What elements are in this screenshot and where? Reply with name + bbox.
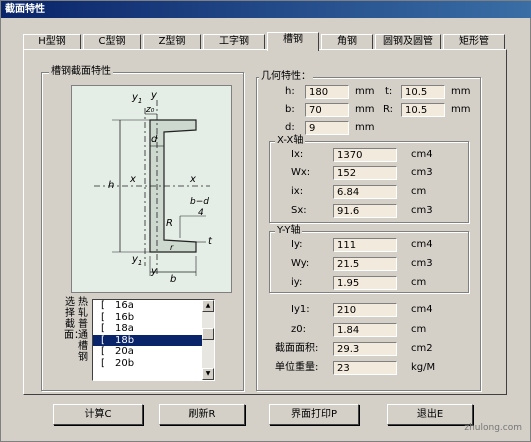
d-label: d:: [285, 122, 295, 133]
scroll-up-icon[interactable]: ▲: [202, 300, 214, 312]
wy-label: Wy:: [291, 258, 310, 269]
sx-field[interactable]: 91.6: [333, 204, 397, 218]
tab-c-steel[interactable]: C型钢: [83, 34, 141, 50]
z0-unit: cm: [411, 324, 427, 335]
list-item[interactable]: [16b: [93, 312, 214, 324]
ix-radius-field[interactable]: 6.84: [333, 185, 397, 199]
label-z0: z₀: [146, 105, 155, 115]
ix-moment-field[interactable]: 1370: [333, 148, 397, 162]
wy-unit: cm3: [411, 258, 433, 269]
area-unit: cm2: [411, 343, 433, 354]
t-unit: mm: [451, 86, 471, 97]
h-unit: mm: [355, 86, 375, 97]
list-item-selected[interactable]: [18b: [93, 334, 214, 346]
r-field[interactable]: 10.5: [401, 103, 445, 117]
label-r-large: R: [166, 218, 173, 229]
iy-moment-unit: cm4: [411, 239, 433, 250]
d-unit: mm: [355, 122, 375, 133]
watermark: zhulong.com: [464, 423, 522, 433]
wx-unit: cm3: [411, 167, 433, 178]
yy-axis-label: Y-Y轴: [275, 225, 303, 237]
ix-moment-unit: cm4: [411, 149, 433, 160]
scroll-thumb[interactable]: [202, 328, 214, 340]
h-label: h:: [285, 86, 295, 97]
scroll-down-icon[interactable]: ▼: [202, 368, 214, 380]
geometry-group-label: 几何特性：: [259, 71, 313, 83]
window-title: 截面特性: [1, 1, 531, 18]
tab-round-steel-pipe[interactable]: 圆钢及圆管: [375, 34, 441, 50]
b-field[interactable]: 70: [305, 103, 349, 117]
t-field[interactable]: 10.5: [401, 85, 445, 99]
ix-moment-label: Ix:: [291, 149, 304, 160]
list-item[interactable]: [20b: [93, 358, 214, 370]
ix-radius-label: ix:: [291, 186, 304, 197]
unit-weight-unit: kg/M: [411, 362, 436, 373]
tab-channel-steel[interactable]: 槽钢: [267, 32, 319, 51]
label-y1-bottom: y1: [132, 254, 143, 267]
label-y-top: y: [151, 90, 157, 101]
iy1-unit: cm4: [411, 304, 433, 315]
label-r-small: r: [170, 243, 174, 252]
ix-radius-unit: cm: [411, 186, 427, 197]
label-x-left: x: [130, 174, 136, 185]
d-field[interactable]: 9: [305, 121, 349, 135]
tab-i-beam[interactable]: 工字钢: [203, 34, 265, 50]
list-scrollbar[interactable]: ▲ ▼: [202, 300, 214, 380]
wx-field[interactable]: 152: [333, 166, 397, 180]
z0-label: z0:: [291, 324, 306, 335]
h-field[interactable]: 180: [305, 85, 349, 99]
iy1-field[interactable]: 210: [333, 303, 397, 317]
iy-moment-field[interactable]: 111: [333, 238, 397, 252]
label-bd-den: 4: [198, 208, 204, 218]
r-unit: mm: [451, 104, 471, 115]
wy-field[interactable]: 21.5: [333, 257, 397, 271]
tab-z-steel[interactable]: Z型钢: [143, 34, 201, 50]
select-section-label: 选择截面：: [64, 297, 84, 341]
tab-angle-steel[interactable]: 角钢: [321, 34, 373, 50]
iy1-label: Iy1:: [291, 304, 310, 315]
label-d: d: [151, 134, 158, 145]
section-size-listbox[interactable]: [16a [16b [18a [18b [20a [20b ▲ ▼: [92, 299, 215, 381]
unit-weight-field[interactable]: 23: [333, 361, 397, 375]
r-label: R:: [383, 104, 394, 115]
refresh-button[interactable]: 刷新R: [159, 404, 245, 425]
hot-rolled-channel-label: 热轧普通槽钢: [78, 297, 88, 363]
b-unit: mm: [355, 104, 375, 115]
print-screen-button[interactable]: 界面打印P: [269, 404, 359, 425]
tab-strip: H型钢 C型钢 Z型钢 工字钢 槽钢 角钢 圆钢及圆管 矩形管: [23, 32, 505, 51]
label-t: t: [208, 236, 212, 247]
calculate-button[interactable]: 计算C: [53, 404, 143, 425]
list-item[interactable]: [20a: [93, 346, 214, 358]
label-y1-top: y1: [132, 92, 143, 105]
section-properties-window: 截面特性 H型钢 C型钢 Z型钢 工字钢 槽钢 角钢 圆钢及圆管 矩形管 槽钢截…: [0, 0, 531, 442]
area-field[interactable]: 29.3: [333, 342, 397, 356]
list-item[interactable]: [16a: [93, 300, 214, 312]
t-label: t:: [385, 86, 393, 97]
tab-h-steel[interactable]: H型钢: [23, 34, 81, 50]
sx-label: Sx:: [291, 205, 307, 216]
iy-radius-field[interactable]: 1.95: [333, 276, 397, 290]
b-label: b:: [285, 104, 295, 115]
xx-axis-label: X-X轴: [275, 135, 306, 147]
channel-section-diagram: y1 y z₀ d h x x R r b−d 4 t y1 y b: [71, 85, 232, 293]
label-h: h: [108, 180, 115, 191]
label-y-bottom: y: [151, 266, 157, 277]
diagram-group-label: 槽钢截面特性: [49, 66, 113, 78]
label-b: b: [170, 274, 177, 285]
wx-label: Wx:: [291, 167, 311, 178]
iy-radius-label: iy:: [291, 277, 303, 288]
iy-radius-unit: cm: [411, 277, 427, 288]
iy-moment-label: Iy:: [291, 239, 303, 250]
sx-unit: cm3: [411, 205, 433, 216]
area-label: 截面面积:: [275, 343, 319, 354]
exit-button[interactable]: 退出E: [387, 404, 473, 425]
list-item[interactable]: [18a: [93, 323, 214, 335]
label-x-right: x: [190, 174, 196, 185]
z0-field[interactable]: 1.84: [333, 323, 397, 337]
tab-rectangular-tube[interactable]: 矩形管: [443, 34, 505, 50]
unit-weight-label: 单位重量:: [275, 362, 319, 373]
channel-section-svg: [94, 100, 210, 276]
